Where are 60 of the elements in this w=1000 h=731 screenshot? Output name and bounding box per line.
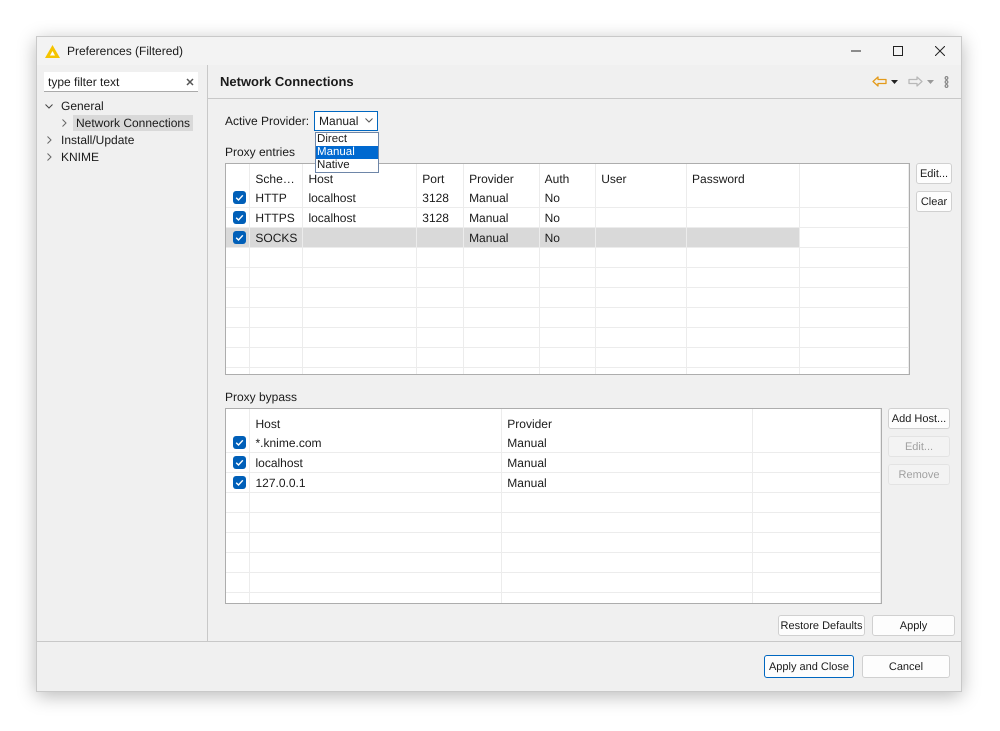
table-row[interactable]: SOCKS Manual No [226, 228, 908, 248]
table-cell: *.knime.com [250, 433, 502, 452]
table-cell: Manual [502, 433, 753, 452]
tree-item[interactable]: KNIME [58, 148, 102, 164]
button[interactable]: Add Host... [888, 408, 950, 429]
column-header[interactable]: Provider [502, 409, 753, 433]
column-header[interactable]: Sche… [250, 164, 303, 188]
column-header[interactable]: Port [416, 164, 464, 188]
maximize-icon[interactable] [893, 46, 903, 56]
tree-item[interactable]: Install/Update [58, 132, 138, 148]
button[interactable]: Cancel [862, 655, 950, 678]
chevron-icon[interactable] [45, 136, 53, 144]
more-icon[interactable] [944, 76, 949, 88]
close-icon[interactable] [935, 46, 945, 56]
page-title: Network Connections [220, 74, 354, 89]
checkbox[interactable] [233, 231, 246, 244]
caret-icon[interactable] [365, 118, 374, 123]
button[interactable]: Apply and Close [764, 655, 854, 678]
chevron-icon[interactable] [60, 118, 68, 126]
tree-item[interactable]: General [58, 98, 107, 114]
table-cell: Manual [502, 472, 753, 492]
window-title: Preferences (Filtered) [67, 44, 184, 58]
table-cell: Manual [464, 188, 540, 208]
filter-field[interactable]: type filter text [44, 72, 198, 92]
chevron-icon[interactable] [45, 152, 53, 160]
app-icon [45, 44, 60, 58]
dropdown-option[interactable]: Direct [316, 132, 378, 146]
section-label: Proxy entries [225, 145, 296, 161]
table-cell: No [539, 188, 596, 208]
checkbox[interactable] [233, 436, 246, 449]
field-label: Active Provider: [225, 114, 310, 128]
section-label: Proxy bypass [225, 390, 298, 406]
checkbox[interactable] [233, 211, 246, 224]
tree-item[interactable]: Network Connections [73, 114, 194, 130]
caret-icon[interactable] [891, 80, 898, 84]
button[interactable]: Edit... [916, 163, 952, 184]
column-header[interactable]: Host [250, 409, 502, 433]
button[interactable]: Restore Defaults [778, 615, 865, 636]
table-cell: No [539, 228, 596, 248]
column-header[interactable]: Password [686, 164, 800, 188]
column-header[interactable]: Provider [464, 164, 540, 188]
table-cell: Manual [464, 228, 540, 248]
table-cell: localhost [302, 188, 417, 208]
checkbox[interactable] [233, 476, 246, 489]
table-cell: 127.0.0.1 [250, 472, 502, 492]
dropdown-option[interactable]: Manual [316, 146, 378, 158]
chevron-icon[interactable] [45, 102, 53, 110]
table-cell: Manual [502, 452, 753, 472]
table-cell: HTTP [250, 188, 303, 208]
table-row[interactable]: HTTP localhost 3128 Manual No [226, 188, 908, 208]
checkbox[interactable] [233, 456, 246, 469]
column-header[interactable]: Auth [539, 164, 596, 188]
table-cell: 3128 [416, 188, 464, 208]
clear-icon[interactable] [186, 78, 194, 86]
column-header[interactable]: User [596, 164, 687, 188]
checkbox[interactable] [233, 191, 246, 204]
table-cell: SOCKS [250, 228, 303, 248]
table-cell: localhost [250, 452, 502, 472]
button[interactable]: Apply [872, 615, 955, 636]
button[interactable]: Clear [916, 191, 952, 212]
